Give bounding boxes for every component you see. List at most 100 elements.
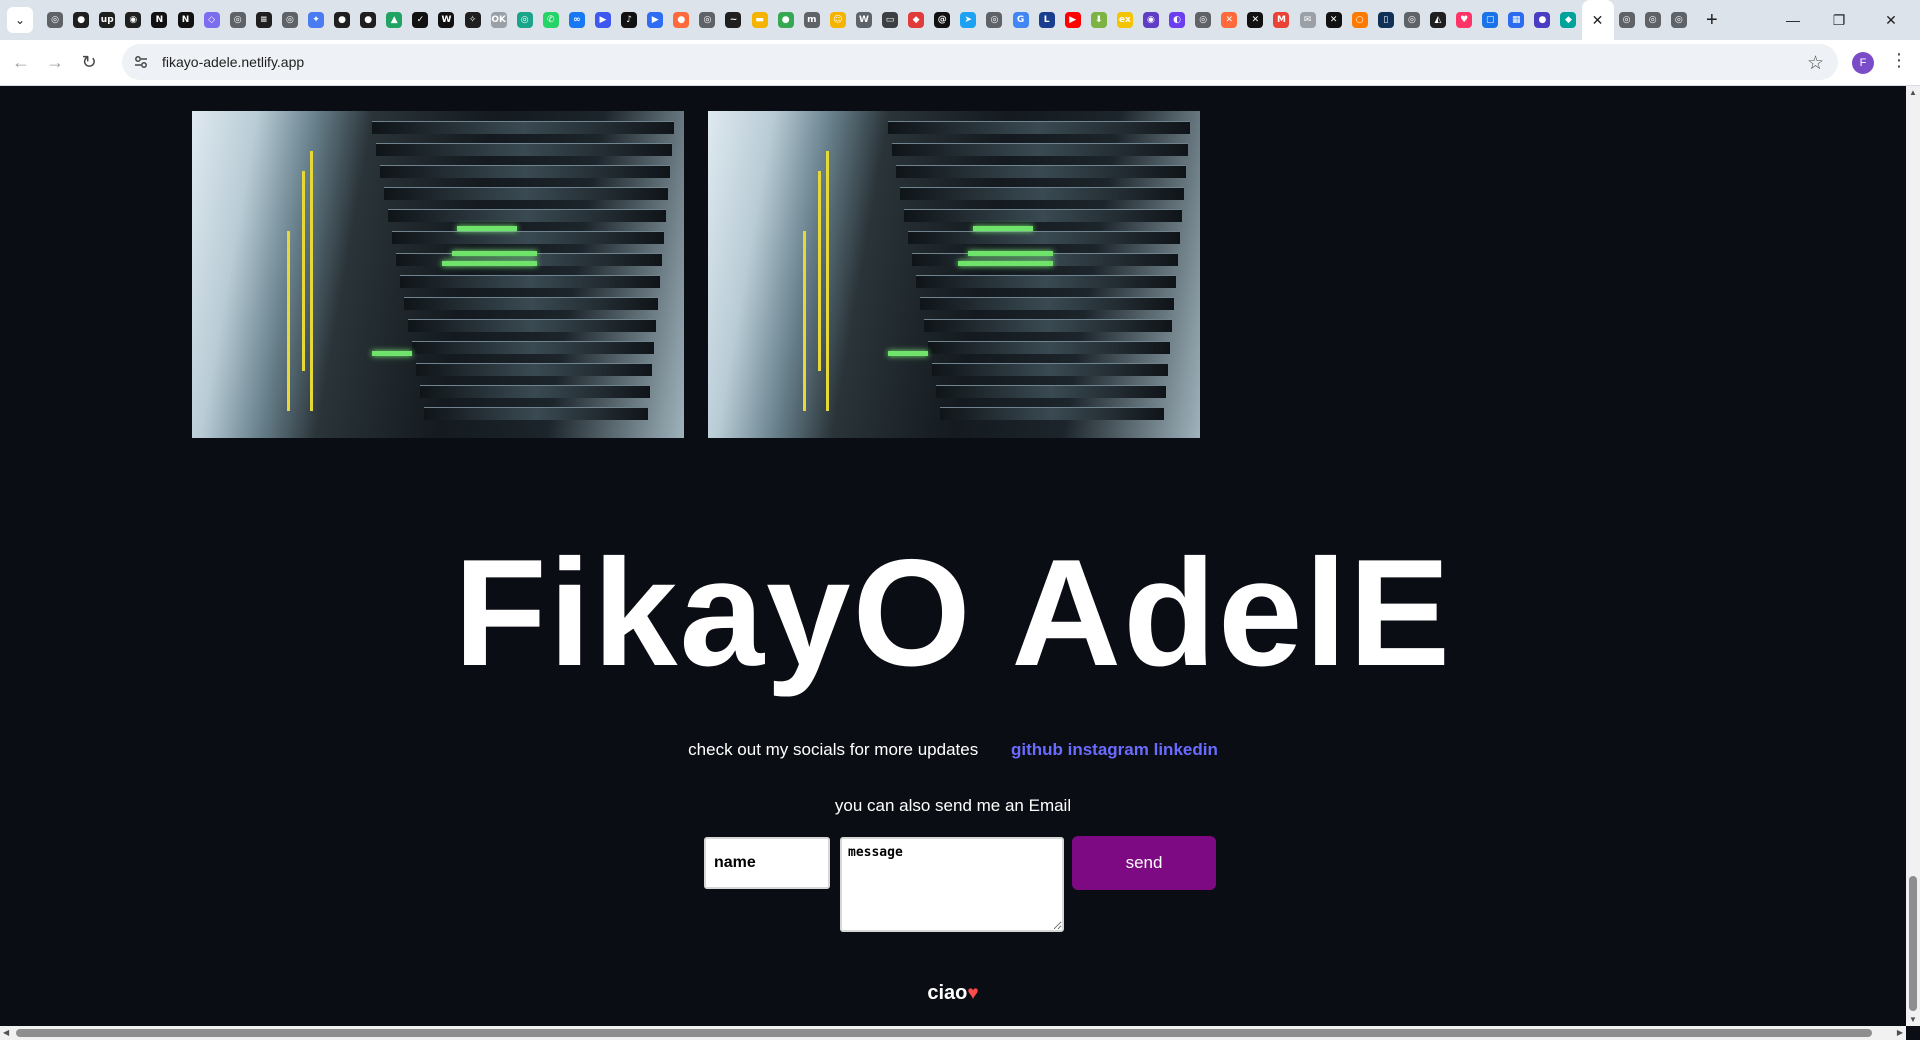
vertical-scroll-thumb[interactable] [1909,876,1917,1011]
scroll-right-icon[interactable]: ▶ [1897,1028,1903,1037]
name-input[interactable] [704,837,830,889]
globe-icon: ◎ [986,12,1003,28]
rack-unit [400,275,660,288]
restore-icon: ❐ [1832,11,1846,28]
tab[interactable]: m [799,0,825,40]
tab[interactable]: ∞ [564,0,590,40]
tab[interactable]: OK [486,0,512,40]
tab[interactable]: M [1268,0,1294,40]
tab[interactable]: ▭ [877,0,903,40]
scroll-up-icon[interactable]: ▲ [1909,88,1917,97]
tab[interactable]: ○ [1347,0,1373,40]
forward-button[interactable]: → [38,46,72,80]
more-menu-icon[interactable]: ⋮ [1890,50,1908,71]
tab[interactable]: ◎ [1666,0,1692,40]
tab[interactable]: ◎ [277,0,303,40]
tab[interactable]: ✕ [1216,0,1242,40]
github-link[interactable]: github [1011,740,1063,759]
tab[interactable]: ▦ [1503,0,1529,40]
tab[interactable]: ➤ [955,0,981,40]
tab[interactable]: ◎ [1399,0,1425,40]
tab[interactable]: ● [1529,0,1555,40]
tab[interactable]: ▯ [1373,0,1399,40]
status-led [452,251,537,256]
tab-list: ◎ ● up ◉ N N ◇ ◎ ≡ ◎ ✦ ● ● ▲ ✓ W ✧ OK ◎ ✆ ∞ ▶ ♪ ▶ ● ◎ ~ ▬ ● m ☺ W ▭ ◆ @ ➤ ◎ G… [42,0,1692,40]
tab[interactable]: ✓ [407,0,433,40]
tab[interactable]: ◎ [1640,0,1666,40]
tab[interactable]: ex [1112,0,1138,40]
tab[interactable]: G [1007,0,1033,40]
tab[interactable]: ▶ [1060,0,1086,40]
tab-search-button[interactable]: ⌄ [7,7,33,33]
vertical-scrollbar[interactable]: ▲ ▼ [1906,86,1920,1026]
tab[interactable]: ✉ [1295,0,1321,40]
tab[interactable]: L [1034,0,1060,40]
rack-unit [420,385,650,398]
tab[interactable]: ▶ [642,0,668,40]
tab[interactable]: ● [68,0,94,40]
linkedin-link[interactable]: linkedin [1154,740,1218,759]
tab[interactable]: ◎ [981,0,1007,40]
tab[interactable]: ▬ [747,0,773,40]
horizontal-scrollbar[interactable]: ◀ ▶ [0,1026,1906,1040]
tab[interactable]: ● [668,0,694,40]
tab[interactable]: ✦ [303,0,329,40]
site-info-button[interactable] [126,54,156,70]
tab[interactable]: up [94,0,120,40]
tab[interactable]: ♪ [616,0,642,40]
tab[interactable]: ● [329,0,355,40]
tab[interactable]: ≡ [251,0,277,40]
aura-icon: ◉ [1142,12,1159,28]
tab[interactable]: ◆ [1555,0,1581,40]
tab[interactable]: ◐ [1164,0,1190,40]
tab[interactable]: ◎ [694,0,720,40]
tab[interactable]: @ [929,0,955,40]
send-button[interactable]: send [1072,836,1216,890]
tab[interactable]: ~ [720,0,746,40]
restore-button[interactable]: ❐ [1816,0,1862,40]
tab[interactable]: ☺ [825,0,851,40]
tab[interactable]: ✕ [1242,0,1268,40]
scroll-down-icon[interactable]: ▼ [1909,1015,1917,1024]
tab[interactable]: ♥ [1451,0,1477,40]
message-textarea[interactable] [840,837,1064,932]
tab[interactable]: W [433,0,459,40]
rack-unit [928,341,1170,354]
tab[interactable]: ◇ [199,0,225,40]
tab[interactable]: ✧ [460,0,486,40]
tab[interactable]: N [146,0,172,40]
scroll-left-icon[interactable]: ◀ [3,1028,9,1037]
tab[interactable]: ◎ [42,0,68,40]
instagram-link[interactable]: instagram [1068,740,1149,759]
tab[interactable]: N [172,0,198,40]
tab[interactable]: ◭ [1425,0,1451,40]
tab[interactable]: ◆ [903,0,929,40]
close-tab-icon[interactable]: ✕ [1592,12,1604,29]
tab[interactable]: ▢ [1477,0,1503,40]
tab[interactable]: ▶ [590,0,616,40]
url-text[interactable]: fikayo-adele.netlify.app [162,54,304,70]
tab[interactable]: ◉ [1138,0,1164,40]
new-tab-button[interactable]: + [1698,6,1726,34]
address-bar[interactable]: fikayo-adele.netlify.app ☆ [122,44,1838,80]
horizontal-scroll-thumb[interactable] [16,1029,1872,1037]
tab[interactable]: ⬇ [1086,0,1112,40]
close-window-button[interactable]: ✕ [1862,0,1920,40]
tab[interactable]: ◎ [225,0,251,40]
tab[interactable]: ▲ [381,0,407,40]
tab-active[interactable]: ✕ [1581,0,1614,40]
bookmark-star-icon[interactable]: ☆ [1807,52,1824,75]
tab[interactable]: ● [773,0,799,40]
profile-avatar[interactable]: F [1852,52,1874,74]
tab[interactable]: ✆ [538,0,564,40]
reload-button[interactable]: ↻ [72,46,106,80]
tab[interactable]: ◎ [512,0,538,40]
minimize-button[interactable]: — [1770,0,1816,40]
tab[interactable]: ◉ [120,0,146,40]
tab[interactable]: ◎ [1190,0,1216,40]
tab[interactable]: ● [355,0,381,40]
tab[interactable]: W [851,0,877,40]
tab[interactable]: ◎ [1614,0,1640,40]
back-button[interactable]: ← [4,46,38,80]
tab[interactable]: ✕ [1321,0,1347,40]
